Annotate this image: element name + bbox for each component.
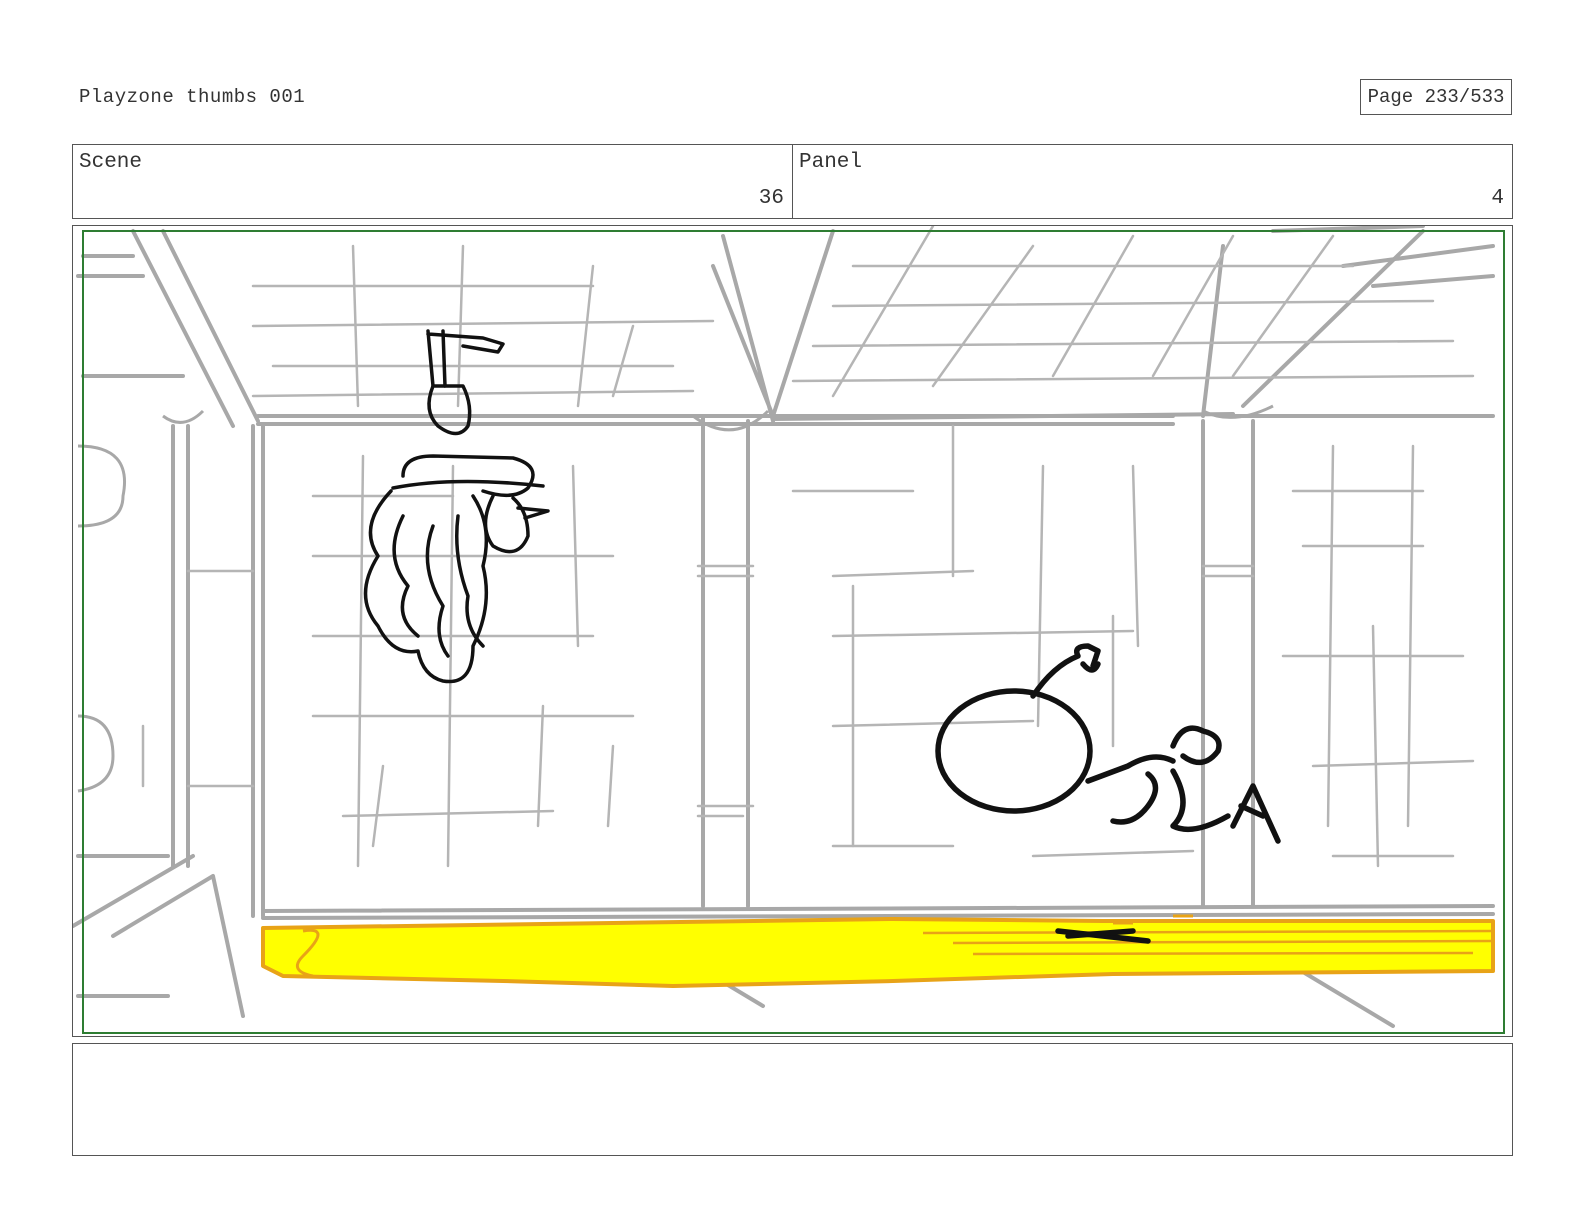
background-grid (141, 226, 1475, 868)
scene-panel-info: Scene 36 Panel 4 (72, 144, 1513, 219)
tumbling-character (935, 643, 1281, 944)
page-indicator: Page 233/533 (1360, 79, 1512, 115)
storyboard-sketch (73, 226, 1505, 1034)
panel-cell: Panel 4 (792, 145, 1512, 218)
background-sketch (73, 226, 1495, 1028)
ghost-outlines (77, 444, 126, 793)
notes-box (72, 1043, 1513, 1156)
hanging-character (363, 329, 550, 684)
panel-number: 4 (1491, 187, 1504, 210)
scene-number: 36 (758, 187, 784, 210)
scene-cell: Scene 36 (73, 145, 792, 218)
storyboard-panel (72, 225, 1513, 1037)
document-title: Playzone thumbs 001 (79, 86, 306, 108)
panel-label: Panel (799, 151, 863, 174)
scene-label: Scene (79, 151, 143, 174)
